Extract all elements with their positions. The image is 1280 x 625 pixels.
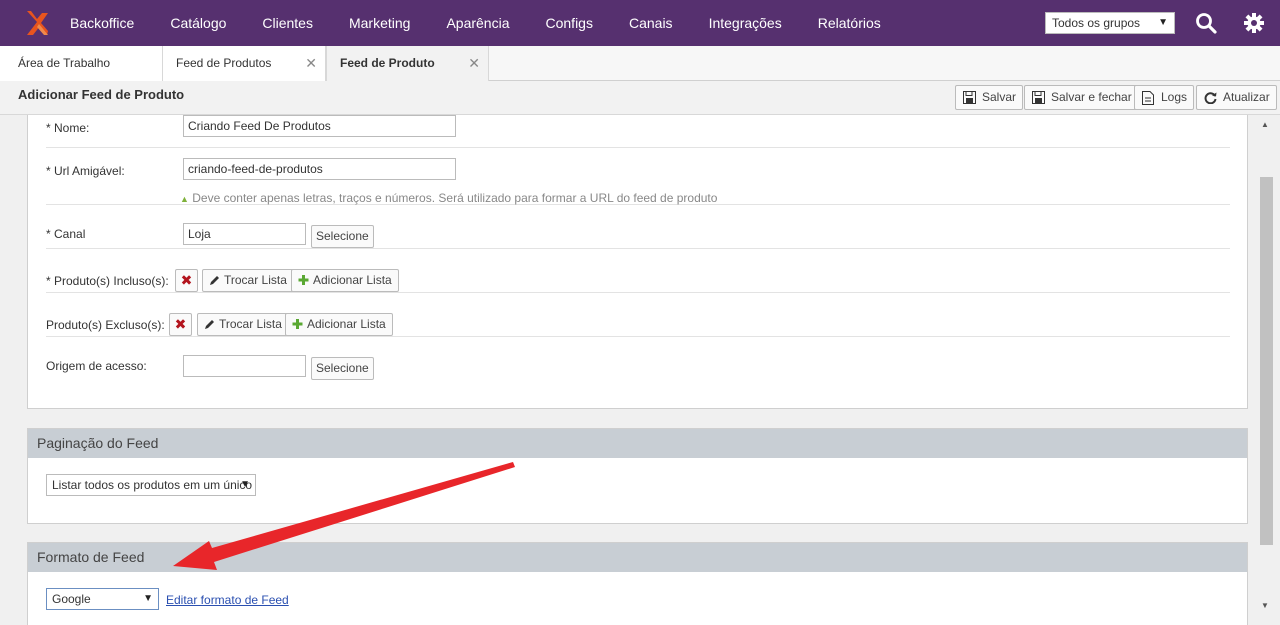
triangle-up-icon: ▲ — [180, 194, 189, 204]
group-select-value: Todos os grupos — [1052, 16, 1141, 30]
plus-icon — [292, 319, 303, 329]
paginacao-panel: Paginação do Feed Listar todos os produt… — [27, 428, 1248, 524]
top-navbar: Backoffice Catálogo Clientes Marketing A… — [0, 0, 1280, 46]
plus-icon — [298, 275, 309, 285]
close-icon[interactable]: ✕ — [305, 46, 317, 80]
incluso-swap-button[interactable]: Trocar Lista — [202, 269, 294, 292]
save-close-label: Salvar e fechar — [1051, 90, 1132, 104]
excluso-swap-button[interactable]: Trocar Lista — [197, 313, 289, 336]
tab-label: Feed de Produto — [340, 56, 435, 70]
origem-label: Origem de acesso: — [46, 359, 147, 373]
origem-input[interactable] — [183, 355, 306, 377]
save-close-button[interactable]: Salvar e fechar — [1024, 85, 1139, 110]
nav-integracoes[interactable]: Integrações — [691, 0, 800, 46]
scroll-down-icon[interactable]: ▼ — [1261, 601, 1269, 610]
pencil-icon — [205, 320, 214, 329]
excluso-label: Produto(s) Excluso(s): — [46, 318, 165, 332]
excluso-add-label: Adicionar Lista — [307, 317, 386, 331]
content-area: * Nome: Criando Feed De Produtos * Url A… — [0, 115, 1258, 625]
excluso-remove-button[interactable]: ✖ — [169, 313, 192, 336]
excluso-swap-label: Trocar Lista — [219, 317, 282, 331]
formato-select-value: Google — [52, 592, 91, 606]
tab-label: Área de Trabalho — [18, 56, 111, 70]
url-label: * Url Amigável: — [46, 164, 125, 178]
formato-title: Formato de Feed — [28, 543, 1247, 572]
logs-button[interactable]: Logs — [1134, 85, 1195, 110]
incluso-label: * Produto(s) Incluso(s): — [46, 274, 169, 288]
paginacao-select[interactable]: Listar todos os produtos em um único ▼ — [46, 474, 256, 496]
nome-input[interactable]: Criando Feed De Produtos — [183, 115, 456, 137]
incluso-swap-label: Trocar Lista — [224, 273, 287, 287]
paginacao-title: Paginação do Feed — [28, 429, 1247, 458]
page-header: Adicionar Feed de Produto Salvar Salvar … — [0, 81, 1280, 115]
url-input[interactable]: criando-feed-de-produtos — [183, 158, 456, 180]
origem-select-button[interactable]: Selecione — [311, 357, 374, 380]
nav-relatorios[interactable]: Relatórios — [800, 0, 899, 46]
search-icon[interactable] — [1195, 12, 1217, 34]
tab-label: Feed de Produtos — [176, 56, 272, 70]
refresh-button[interactable]: Atualizar — [1196, 85, 1277, 110]
scroll-up-icon[interactable]: ▲ — [1261, 120, 1269, 129]
url-hint: ▲ Deve conter apenas letras, traços e nú… — [180, 191, 717, 205]
tab-area-de-trabalho[interactable]: Área de Trabalho — [0, 46, 163, 81]
url-hint-text: Deve conter apenas letras, traços e núme… — [192, 191, 718, 205]
edit-format-link[interactable]: Editar formato de Feed — [166, 593, 289, 607]
nav-backoffice[interactable]: Backoffice — [60, 0, 152, 46]
refresh-icon — [1204, 92, 1217, 104]
chevron-down-icon: ▼ — [1158, 17, 1168, 28]
refresh-label: Atualizar — [1223, 90, 1270, 104]
canal-input[interactable]: Loja — [183, 223, 306, 245]
gear-icon[interactable] — [1243, 12, 1265, 34]
incluso-add-label: Adicionar Lista — [313, 273, 392, 287]
incluso-add-button[interactable]: Adicionar Lista — [291, 269, 399, 292]
logo-icon — [27, 11, 48, 35]
tab-feed-de-produtos[interactable]: Feed de Produtos ✕ — [163, 46, 326, 81]
nav-clientes[interactable]: Clientes — [244, 0, 331, 46]
chevron-down-icon: ▼ — [143, 593, 153, 604]
tab-bar: Área de Trabalho Feed de Produtos ✕ Feed… — [0, 46, 1280, 81]
pencil-icon — [210, 276, 219, 285]
canal-select-button[interactable]: Selecione — [311, 225, 374, 248]
logs-label: Logs — [1161, 90, 1188, 104]
logo[interactable] — [14, 0, 60, 46]
formato-panel: Formato de Feed Google ▼ Editar formato … — [27, 542, 1248, 625]
excluso-add-button[interactable]: Adicionar Lista — [285, 313, 393, 336]
tab-feed-de-produto[interactable]: Feed de Produto ✕ — [326, 46, 489, 81]
canal-label: * Canal — [46, 227, 86, 241]
save-button[interactable]: Salvar — [955, 85, 1024, 110]
main-menu: Backoffice Catálogo Clientes Marketing A… — [60, 0, 899, 46]
nav-aparencia[interactable]: Aparência — [428, 0, 527, 46]
nav-canais[interactable]: Canais — [611, 0, 691, 46]
scroll-thumb[interactable] — [1260, 177, 1273, 545]
nome-label: * Nome: — [46, 121, 90, 135]
paginacao-select-value: Listar todos os produtos em um único — [52, 478, 253, 492]
form-panel: * Nome: Criando Feed De Produtos * Url A… — [27, 115, 1248, 409]
file-icon — [1142, 91, 1154, 105]
page-title: Adicionar Feed de Produto — [18, 87, 185, 102]
nav-catalogo[interactable]: Catálogo — [152, 0, 244, 46]
floppy-icon — [1032, 91, 1045, 104]
nav-marketing[interactable]: Marketing — [331, 0, 428, 46]
close-icon[interactable]: ✕ — [468, 46, 480, 80]
chevron-down-icon: ▼ — [240, 479, 250, 490]
group-select[interactable]: Todos os grupos ▼ — [1045, 12, 1175, 34]
nav-configs[interactable]: Configs — [528, 0, 611, 46]
formato-select[interactable]: Google ▼ — [46, 588, 159, 610]
scrollbar[interactable]: ▲ ▼ — [1258, 115, 1280, 625]
incluso-remove-button[interactable]: ✖ — [175, 269, 198, 292]
floppy-icon — [963, 91, 976, 104]
save-label: Salvar — [982, 90, 1017, 104]
